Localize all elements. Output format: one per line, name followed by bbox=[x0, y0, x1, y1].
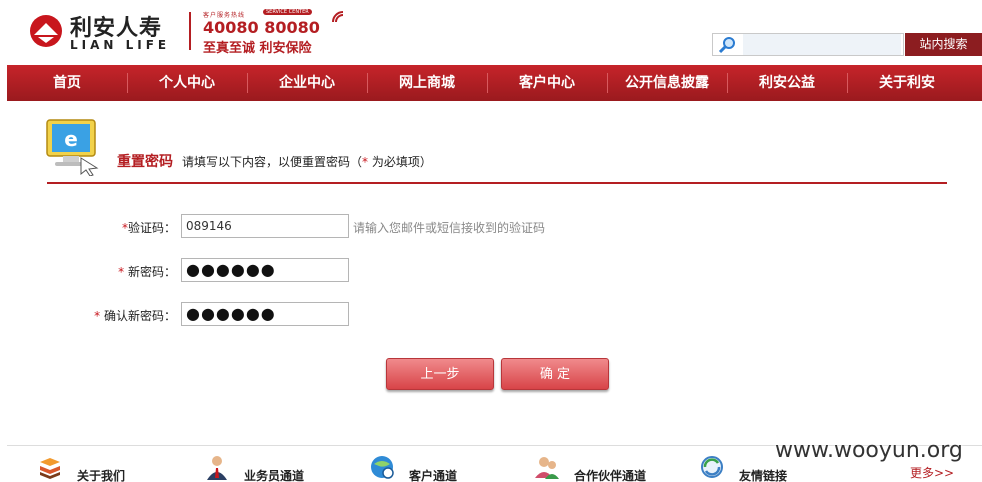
section-hint: 请填写以下内容，以便重置密码（* 为必填项） bbox=[182, 153, 432, 170]
globe-headset-icon bbox=[371, 456, 394, 479]
nav-about-lian[interactable]: 关于利安 bbox=[847, 65, 967, 101]
nav-public-disclosure[interactable]: 公开信息披露 bbox=[607, 65, 727, 101]
brand-slogan: 至真至诚 利安保险 bbox=[203, 41, 312, 56]
service-center-badge: SERVICE CENTER bbox=[263, 9, 312, 15]
nav-online-mall[interactable]: 网上商城 bbox=[367, 65, 487, 101]
search-input[interactable] bbox=[743, 34, 901, 55]
signal-wave-icon bbox=[332, 11, 344, 23]
required-star: * bbox=[94, 309, 101, 323]
nav-enterprise-center[interactable]: 企业中心 bbox=[247, 65, 367, 101]
main-nav: 首页 个人中心 企业中心 网上商城 客户中心 公开信息披露 利安公益 关于利安 bbox=[7, 65, 982, 101]
site-search-button[interactable]: 站内搜索 bbox=[905, 33, 982, 56]
agent-person-icon bbox=[207, 456, 227, 480]
new-password-label: * 新密码： bbox=[118, 265, 176, 279]
section-divider bbox=[47, 182, 947, 184]
lian-life-logo[interactable]: 利安人寿 LIAN LIFE bbox=[28, 10, 178, 52]
nav-lian-charity[interactable]: 利安公益 bbox=[727, 65, 847, 101]
computer-e-icon: e bbox=[46, 119, 99, 176]
verification-code-input[interactable]: 089146 bbox=[181, 214, 349, 238]
previous-step-button[interactable]: 上一步 bbox=[386, 358, 494, 390]
required-star: * bbox=[362, 155, 369, 169]
hint-suffix: 为必填项） bbox=[371, 155, 432, 169]
page-title: 重置密码 bbox=[117, 154, 173, 170]
nav-customer-center[interactable]: 客户中心 bbox=[487, 65, 607, 101]
logo-separator bbox=[189, 12, 191, 50]
confirm-password-label: * 确认新密码： bbox=[94, 309, 176, 323]
logo-english-name: LIAN LIFE bbox=[70, 38, 171, 52]
search-magnifier-icon bbox=[718, 37, 735, 54]
more-link[interactable]: 更多>> bbox=[910, 464, 954, 481]
confirm-password-input[interactable]: ●●●●●● bbox=[181, 302, 349, 326]
nav-personal-center[interactable]: 个人中心 bbox=[127, 65, 247, 101]
confirm-button[interactable]: 确 定 bbox=[501, 358, 609, 390]
hint-prefix: 请填写以下内容，以便重置密码（ bbox=[182, 155, 363, 169]
required-star: * bbox=[118, 265, 125, 279]
refresh-globe-icon bbox=[701, 456, 723, 478]
nav-home[interactable]: 首页 bbox=[7, 65, 127, 101]
partners-people-icon bbox=[535, 457, 559, 479]
hotline-number: 40080 80080 bbox=[203, 18, 320, 37]
hotline-block: 客户服务热线 SERVICE CENTER 40080 80080 至真至诚 利… bbox=[203, 9, 344, 56]
verification-code-hint: 请输入您邮件或短信接收到的验证码 bbox=[353, 221, 546, 235]
code-label: *验证码： bbox=[121, 221, 176, 235]
wooyun-watermark: www.wooyun.org bbox=[775, 438, 963, 463]
new-password-input[interactable]: ●●●●●● bbox=[181, 258, 349, 282]
book-icon bbox=[40, 458, 60, 479]
site-search-box bbox=[712, 33, 904, 56]
lian-logo-mark-icon bbox=[30, 15, 62, 47]
svg-text:e: e bbox=[64, 127, 78, 151]
